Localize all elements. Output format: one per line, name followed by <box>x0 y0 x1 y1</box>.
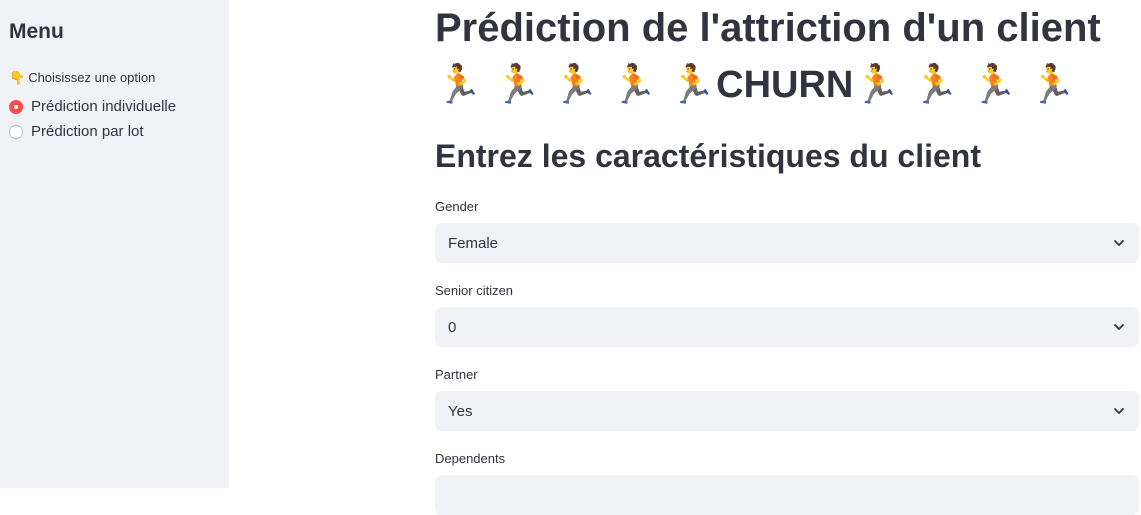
partner-label: Partner <box>435 367 478 382</box>
runner-icon: 🏃 <box>970 64 1018 106</box>
gender-select[interactable]: Female <box>435 223 1139 263</box>
chevron-down-icon <box>1114 324 1124 330</box>
option-prompt-label: Choisissez une option <box>28 70 156 85</box>
partner-value: Yes <box>448 402 473 420</box>
dependents-select[interactable] <box>435 475 1139 515</box>
radio-checked-icon[interactable] <box>9 99 23 114</box>
sidebar: Menu 👇 Choisissez une option Prédiction … <box>0 0 229 488</box>
radio-unchecked-icon[interactable] <box>9 124 23 139</box>
runner-icon: 🏃 <box>551 64 600 106</box>
pointing-hand-icon: 👇 <box>9 70 26 85</box>
radio-label-batch[interactable]: Prédiction par lot <box>31 123 144 140</box>
chevron-down-icon <box>1114 240 1124 246</box>
runner-icon: 🏃 <box>668 64 717 106</box>
runner-icon: 🏃 <box>493 64 541 106</box>
senior-citizen-label: Senior citizen <box>435 283 514 298</box>
radio-label-individual[interactable]: Prédiction individuelle <box>31 98 176 115</box>
radio-option-individual[interactable]: Prédiction individuelle <box>9 98 176 115</box>
page-title-text: Prédiction de l'attriction d'un client <box>435 6 1101 50</box>
runner-icon: 🏃 <box>911 64 960 106</box>
section-subheader: Entrez les caractéristiques du client <box>435 138 981 174</box>
sidebar-title: Menu <box>9 20 64 43</box>
chevron-down-icon <box>1114 408 1124 414</box>
gender-label: Gender <box>435 199 479 214</box>
gender-value: Female <box>448 234 499 252</box>
churn-title-line: 🏃 🏃 🏃 🏃 🏃CHURN🏃 🏃 🏃 🏃 <box>435 58 1076 111</box>
radio-option-batch[interactable]: Prédiction par lot <box>9 123 144 140</box>
page-title: Prédiction de l'attriction d'un client 🏃… <box>435 2 1141 106</box>
senior-citizen-value: 0 <box>448 318 457 336</box>
runner-icon: 🏃 <box>435 64 483 106</box>
partner-select[interactable]: Yes <box>435 391 1139 431</box>
runner-icon: 🏃 <box>610 64 658 106</box>
option-prompt: 👇 Choisissez une option <box>9 70 155 85</box>
runner-icon: 🏃 <box>853 64 901 106</box>
dependents-label: Dependents <box>435 451 506 466</box>
runner-icon: 🏃 <box>1028 64 1077 106</box>
senior-citizen-select[interactable]: 0 <box>435 307 1139 347</box>
churn-word: CHURN <box>716 64 854 106</box>
